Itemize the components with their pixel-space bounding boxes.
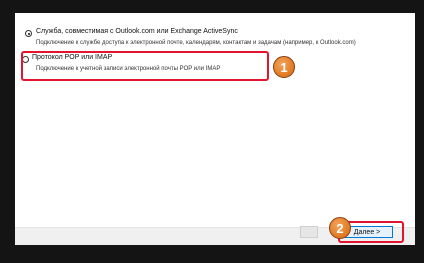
account-setup-dialog: Служба, совместимая с Outlook.com или Ex… [15, 13, 415, 245]
option-exchange-title: Служба, совместимая с Outlook.com или Ex… [36, 28, 238, 35]
step-1-number: 1 [280, 59, 288, 75]
radio-exchange[interactable] [25, 30, 32, 37]
step-2-number: 2 [336, 220, 344, 236]
step-1-badge: 1 [273, 56, 295, 78]
step-2-badge: 2 [329, 217, 351, 239]
back-button[interactable] [300, 226, 318, 238]
option-exchange-description: Подключение к службе доступа к электронн… [36, 40, 356, 46]
highlight-pop-imap [21, 51, 269, 81]
